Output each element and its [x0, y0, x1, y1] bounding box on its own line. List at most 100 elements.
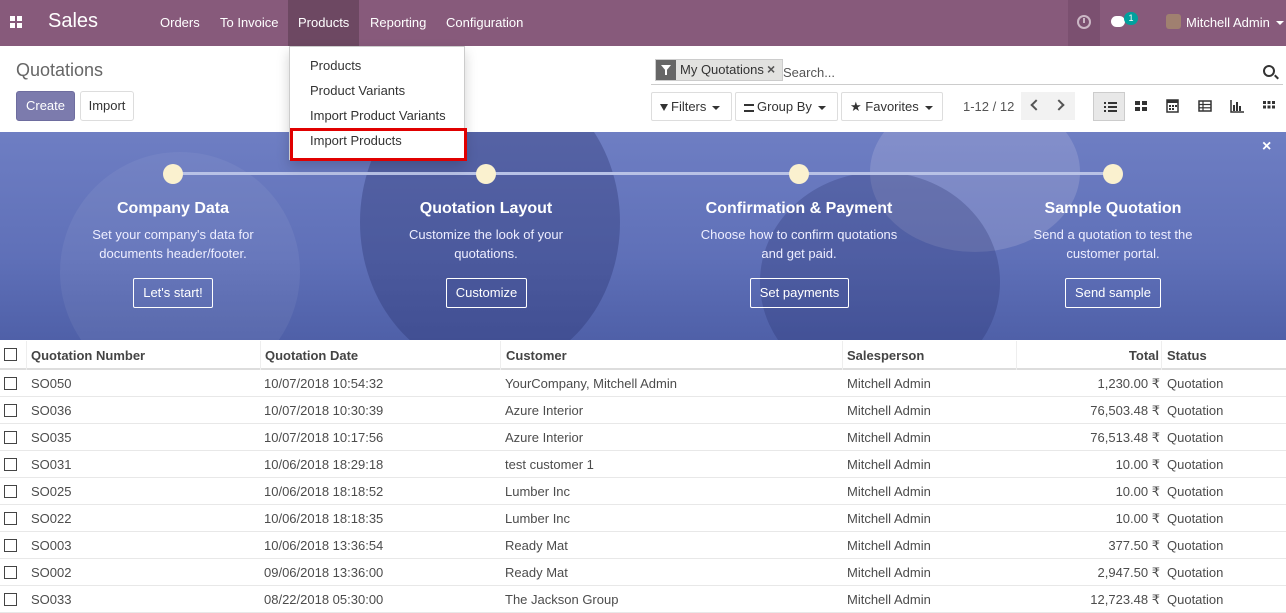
cell-status: Quotation	[1167, 538, 1224, 553]
pager-value[interactable]: 1-12 / 12	[963, 99, 1014, 114]
filters-button[interactable]: Filters	[651, 92, 732, 121]
dropdown-item-product-variants[interactable]: Product Variants	[310, 83, 405, 98]
favorites-button[interactable]: ★ Favorites	[841, 92, 943, 121]
table-row[interactable]: SO025 10/06/2018 18:18:52 Lumber Inc Mitche…	[0, 478, 1286, 505]
cell-quotation-number: SO003	[31, 538, 72, 553]
pager-next-button[interactable]	[1048, 92, 1075, 120]
menu-to-invoice[interactable]: To Invoice	[210, 0, 289, 46]
step-dot	[789, 164, 809, 184]
cell-total: 10.00 ₹	[1115, 511, 1160, 526]
filter-icon	[656, 60, 676, 80]
cell-status: Quotation	[1167, 376, 1224, 391]
calendar-view-icon	[1166, 99, 1179, 113]
row-checkbox[interactable]	[4, 377, 17, 390]
import-button[interactable]: Import	[80, 91, 134, 121]
table-row[interactable]: SO050 10/07/2018 10:54:32 YourCompany, Mit…	[0, 370, 1286, 397]
cell-quotation-date: 08/22/2018 05:30:00	[264, 592, 384, 607]
search-input[interactable]	[783, 62, 1253, 82]
grid-view-button[interactable]	[1253, 92, 1285, 121]
pivot-view-button[interactable]	[1189, 92, 1221, 121]
step-title: Quotation Layout	[419, 200, 553, 217]
send-sample-button[interactable]: Send sample	[1065, 278, 1161, 308]
step-desc-line: customer portal.	[1066, 246, 1160, 261]
row-checkbox[interactable]	[4, 593, 17, 606]
cell-salesperson: Mitchell Admin	[847, 592, 931, 607]
cell-total: 76,503.48 ₹	[1090, 403, 1160, 418]
table-row[interactable]: SO036 10/07/2018 10:30:39 Azure Interior Mi…	[0, 397, 1286, 424]
header-quotation-number[interactable]: Quotation Number	[31, 341, 261, 370]
header-salesperson[interactable]: Salesperson	[847, 341, 1017, 370]
graph-view-button[interactable]	[1221, 92, 1253, 121]
search-icon[interactable]	[1263, 65, 1275, 77]
step-desc-line: documents header/footer.	[99, 246, 247, 261]
highlight-box	[290, 128, 467, 161]
page-title: Quotations	[16, 60, 104, 80]
cell-salesperson: Mitchell Admin	[847, 376, 931, 391]
cell-salesperson: Mitchell Admin	[847, 511, 931, 526]
chat-icon[interactable]	[1111, 16, 1125, 27]
row-checkbox[interactable]	[4, 485, 17, 498]
list-view-button[interactable]	[1093, 92, 1125, 121]
row-checkbox[interactable]	[4, 404, 17, 417]
groupby-button[interactable]: Group By	[735, 92, 838, 121]
table-row[interactable]: SO003 10/06/2018 13:36:54 Ready Mat Mitchel…	[0, 532, 1286, 559]
cell-quotation-date: 10/06/2018 18:29:18	[264, 457, 384, 472]
header-total[interactable]: Total	[1017, 341, 1162, 370]
row-checkbox[interactable]	[4, 431, 17, 444]
pager-previous-button[interactable]	[1021, 92, 1048, 120]
dropdown-item-products[interactable]: Products	[310, 58, 361, 73]
row-checkbox[interactable]	[4, 458, 17, 471]
cell-quotation-number: SO036	[31, 403, 72, 418]
progress-line	[173, 172, 1113, 175]
header-quotation-date[interactable]: Quotation Date	[265, 341, 501, 370]
onboarding-banner: × Company Data Set your company's data f…	[0, 132, 1286, 340]
menu-reporting[interactable]: Reporting	[360, 0, 436, 46]
apps-menu-icon[interactable]	[10, 16, 23, 29]
user-menu[interactable]: Mitchell Admin	[1186, 0, 1270, 46]
cell-customer: The Jackson Group	[505, 592, 619, 607]
table-row[interactable]: SO002 09/06/2018 13:36:00 Ready Mat Mitchel…	[0, 559, 1286, 586]
table-row[interactable]: SO033 08/22/2018 05:30:00 The Jackson Grou…	[0, 586, 1286, 613]
kanban-view-button[interactable]	[1125, 92, 1157, 121]
cell-salesperson: Mitchell Admin	[847, 430, 931, 445]
calendar-view-button[interactable]	[1157, 92, 1189, 121]
cell-total: 10.00 ₹	[1115, 484, 1160, 499]
groupby-label: Group By	[757, 99, 812, 114]
step-title: Sample Quotation	[1044, 200, 1182, 217]
table-row[interactable]: SO035 10/07/2018 10:17:56 Azure Interior Mi…	[0, 424, 1286, 451]
cell-quotation-number: SO025	[31, 484, 72, 499]
activity-button[interactable]	[1068, 0, 1100, 46]
menu-orders[interactable]: Orders	[150, 0, 210, 46]
lets-start-button[interactable]: Let's start!	[133, 278, 213, 308]
clock-icon	[1077, 15, 1091, 29]
step-desc-line: Customize the look of your	[409, 227, 563, 242]
table-header: Quotation Number Quotation Date Customer…	[0, 341, 1286, 370]
cell-status: Quotation	[1167, 457, 1224, 472]
header-customer[interactable]: Customer	[506, 341, 843, 370]
filter-icon	[660, 104, 668, 112]
caret-down-icon	[924, 105, 933, 110]
dropdown-item-import-product-variants[interactable]: Import Product Variants	[310, 108, 446, 123]
row-checkbox[interactable]	[4, 539, 17, 552]
avatar[interactable]	[1166, 14, 1181, 29]
create-button[interactable]: Create	[16, 91, 75, 121]
row-checkbox[interactable]	[4, 566, 17, 579]
menu-configuration[interactable]: Configuration	[436, 0, 533, 46]
view-switcher	[1093, 92, 1285, 121]
step-desc-line: and get paid.	[761, 246, 837, 261]
app-brand[interactable]: Sales	[48, 10, 98, 33]
facet-label: My Quotations	[680, 62, 764, 77]
table-row[interactable]: SO022 10/06/2018 18:18:35 Lumber Inc Mitche…	[0, 505, 1286, 532]
customize-button[interactable]: Customize	[446, 278, 527, 308]
row-checkbox[interactable]	[4, 512, 17, 525]
bars-icon	[744, 103, 754, 112]
facet-remove-icon[interactable]: ×	[767, 61, 775, 77]
step-description: Customize the look of your quotations.	[376, 225, 596, 263]
table-row[interactable]: SO031 10/06/2018 18:29:18 test customer 1 M…	[0, 451, 1286, 478]
set-payments-button[interactable]: Set payments	[750, 278, 849, 308]
menu-products[interactable]: Products	[288, 0, 360, 46]
header-status[interactable]: Status	[1167, 341, 1286, 370]
kanban-view-icon	[1135, 101, 1147, 111]
favorites-label: Favorites	[865, 99, 919, 114]
close-icon[interactable]: ×	[1262, 138, 1271, 156]
